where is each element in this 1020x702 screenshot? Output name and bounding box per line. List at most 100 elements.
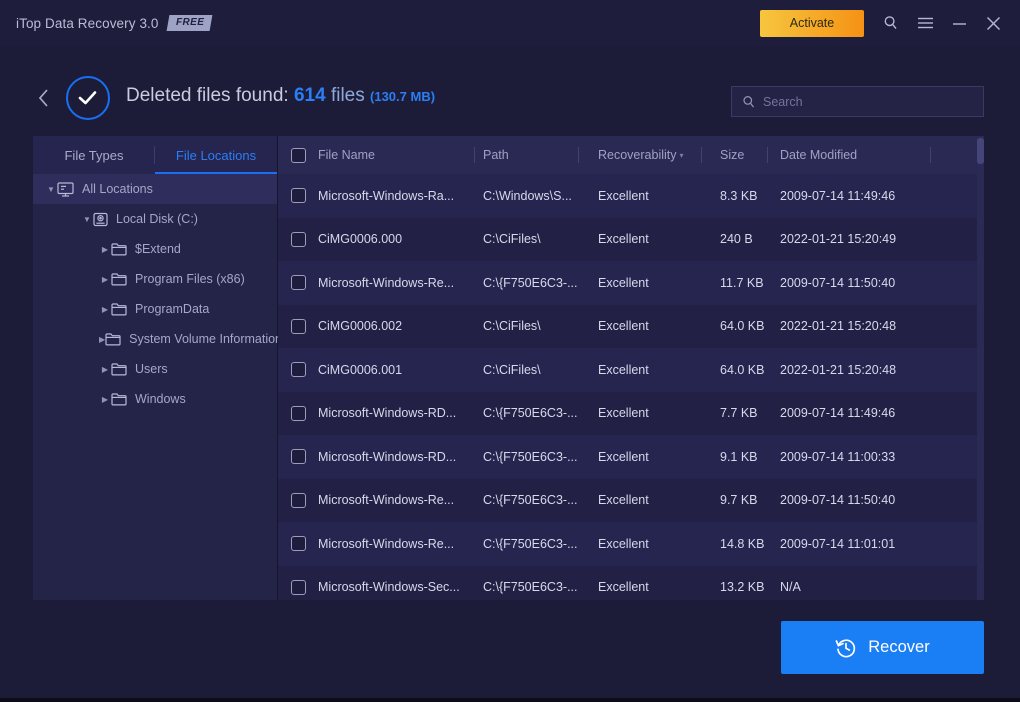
footer: Recover (0, 600, 1020, 702)
chevron-right-icon[interactable]: ▶ (99, 365, 111, 374)
header-divider-3 (701, 147, 702, 163)
cell-date: 2009-07-14 11:49:46 (780, 189, 950, 203)
cell-size: 64.0 KB (720, 363, 780, 377)
cell-path: C:\{F750E6C3-... (483, 580, 598, 594)
tree-item-extend[interactable]: ▶$Extend (33, 234, 277, 264)
row-checkbox[interactable] (291, 319, 306, 334)
row-checkbox[interactable] (291, 406, 306, 421)
cell-date: 2009-07-14 11:00:33 (780, 450, 950, 464)
row-checkbox[interactable] (291, 493, 306, 508)
column-header-file-name[interactable]: File Name (318, 148, 483, 162)
table-row[interactable]: Microsoft-Windows-Sec...C:\{F750E6C3-...… (278, 566, 984, 601)
tree-item-label: ProgramData (135, 302, 209, 316)
result-count: 614 (294, 85, 326, 106)
table-row[interactable]: Microsoft-Windows-Re...C:\{F750E6C3-...E… (278, 261, 984, 305)
table-header-row: File Name Path Recoverability▾ Size Date… (278, 136, 984, 174)
tree-item-programdata[interactable]: ▶ ProgramData (33, 294, 277, 324)
window-bottom-edge (0, 698, 1020, 702)
tab-file-locations[interactable]: File Locations (155, 136, 277, 174)
tree-item-windows[interactable]: ▶Windows (33, 384, 277, 414)
table-row[interactable]: Microsoft-Windows-Ra...C:\Windows\S...Ex… (278, 174, 984, 218)
column-header-recoverability-label: Recoverability (598, 148, 677, 162)
back-icon[interactable] (33, 86, 55, 110)
chevron-right-icon[interactable]: ▶ (99, 245, 111, 254)
table-scrollbar[interactable] (977, 136, 984, 600)
cell-date: N/A (780, 580, 950, 594)
row-checkbox[interactable] (291, 232, 306, 247)
cell-path: C:\{F750E6C3-... (483, 406, 598, 420)
tree-item-all-locations[interactable]: ▼All Locations (33, 174, 277, 204)
folder-icon (111, 362, 127, 376)
row-checkbox[interactable] (291, 275, 306, 290)
cell-path: C:\Windows\S... (483, 189, 598, 203)
application-window: iTop Data Recovery 3.0 FREE Activate (0, 0, 1020, 702)
cell-recoverability: Excellent (598, 406, 720, 420)
result-prefix: Deleted files found: (126, 85, 289, 106)
select-all-cell (278, 148, 318, 163)
tree-item-label: Program Files (x86) (135, 272, 245, 286)
locations-tree: ▼All Locations▼Local Disk (C:)▶$Extend▶P… (33, 174, 277, 414)
file-table: File Name Path Recoverability▾ Size Date… (278, 136, 984, 600)
column-header-size[interactable]: Size (720, 148, 780, 162)
header-divider-1 (474, 147, 475, 163)
cell-size: 7.7 KB (720, 406, 780, 420)
cell-name: CiMG0006.002 (318, 319, 483, 333)
row-checkbox[interactable] (291, 188, 306, 203)
cell-date: 2022-01-21 15:20:48 (780, 363, 950, 377)
row-checkbox[interactable] (291, 580, 306, 595)
chevron-down-icon[interactable]: ▼ (81, 215, 93, 224)
table-row[interactable]: Microsoft-Windows-Re...C:\{F750E6C3-...E… (278, 522, 984, 566)
tree-item-local-disk-c[interactable]: ▼ Local Disk (C:) (33, 204, 277, 234)
table-row[interactable]: CiMG0006.000C:\CiFiles\Excellent240 B202… (278, 218, 984, 262)
column-header-path[interactable]: Path (483, 148, 598, 162)
column-header-date-modified[interactable]: Date Modified (780, 148, 950, 162)
table-row[interactable]: CiMG0006.001C:\CiFiles\Excellent64.0 KB2… (278, 348, 984, 392)
close-icon[interactable] (976, 0, 1010, 46)
search-field-icon (742, 95, 756, 109)
table-row[interactable]: Microsoft-Windows-Re...C:\{F750E6C3-...E… (278, 479, 984, 523)
tree-item-program-files-x86[interactable]: ▶ Program Files (x86) (33, 264, 277, 294)
tree-item-users[interactable]: ▶ Users (33, 354, 277, 384)
tree-item-label: Local Disk (C:) (116, 212, 198, 226)
row-checkbox[interactable] (291, 536, 306, 551)
activate-button[interactable]: Activate (760, 10, 864, 37)
table-row[interactable]: Microsoft-Windows-RD...C:\{F750E6C3-...E… (278, 392, 984, 436)
row-checkbox-cell (278, 406, 318, 421)
search-input[interactable] (756, 87, 983, 116)
table-scrollbar-thumb[interactable] (977, 138, 984, 164)
monitor-icon (57, 182, 74, 197)
cell-name: CiMG0006.000 (318, 232, 483, 246)
row-checkbox-cell (278, 536, 318, 551)
table-row[interactable]: Microsoft-Windows-RD...C:\{F750E6C3-...E… (278, 435, 984, 479)
minimize-icon[interactable] (942, 0, 976, 46)
search-box[interactable] (731, 86, 984, 117)
cell-size: 11.7 KB (720, 276, 780, 290)
chevron-right-icon[interactable]: ▶ (99, 275, 111, 284)
recover-button[interactable]: Recover (781, 621, 984, 674)
table-row[interactable]: CiMG0006.002C:\CiFiles\Excellent64.0 KB2… (278, 305, 984, 349)
cell-recoverability: Excellent (598, 319, 720, 333)
tree-item-label: Users (135, 362, 168, 376)
cell-date: 2022-01-21 15:20:48 (780, 319, 950, 333)
tab-file-types[interactable]: File Types (33, 136, 155, 174)
app-title: iTop Data Recovery 3.0 (16, 16, 159, 31)
scan-result-summary: Deleted files found: 614 files (130.7 MB… (126, 85, 435, 107)
cell-size: 9.1 KB (720, 450, 780, 464)
chevron-right-icon[interactable]: ▶ (99, 305, 111, 314)
row-checkbox[interactable] (291, 362, 306, 377)
cell-date: 2009-07-14 11:50:40 (780, 276, 950, 290)
chevron-down-icon[interactable]: ▼ (45, 185, 57, 194)
tree-item-system-volume-information[interactable]: ▶System Volume Information (33, 324, 277, 354)
free-badge-label: FREE (176, 17, 204, 29)
cell-name: Microsoft-Windows-Ra... (318, 189, 483, 203)
cell-name: Microsoft-Windows-RD... (318, 450, 483, 464)
cell-name: Microsoft-Windows-Re... (318, 537, 483, 551)
chevron-right-icon[interactable]: ▶ (99, 395, 111, 404)
cell-date: 2009-07-14 11:01:01 (780, 537, 950, 551)
menu-icon[interactable] (908, 0, 942, 46)
search-icon[interactable] (874, 0, 908, 46)
row-checkbox[interactable] (291, 449, 306, 464)
select-all-checkbox[interactable] (291, 148, 306, 163)
cell-recoverability: Excellent (598, 493, 720, 507)
header-divider-4 (767, 147, 768, 163)
